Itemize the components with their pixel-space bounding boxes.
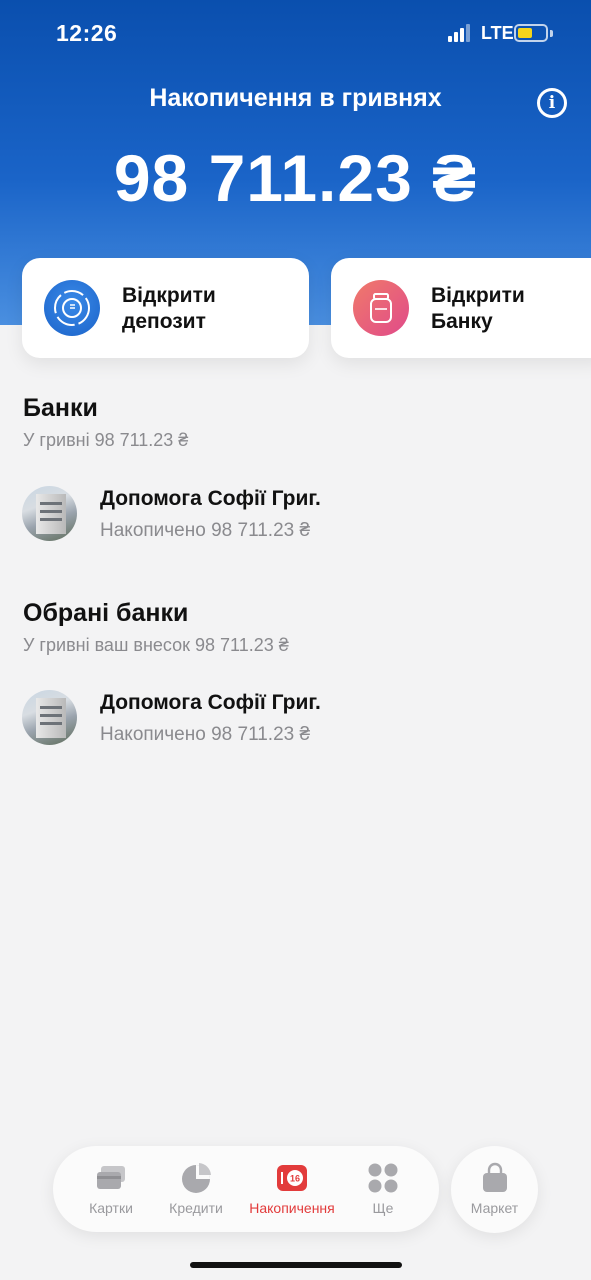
bank-accumulated: Накопичено 98 711.23 ₴ [100,520,311,541]
grid-icon [367,1162,399,1194]
deposit-icon [44,280,100,336]
tab-label: Накопичення [249,1200,335,1216]
tab-credits[interactable]: Кредити [153,1146,239,1232]
tab-cards[interactable]: Картки [68,1146,154,1232]
info-icon[interactable]: i [537,88,567,118]
open-jar-label: Відкрити Банку [431,284,525,333]
home-indicator [190,1262,402,1268]
pie-chart-icon [180,1162,212,1194]
savings-icon: 16 [276,1162,308,1194]
signal-icon [448,24,472,42]
bank-name: Допомога Софії Григ. [100,487,321,510]
status-time: 12:26 [56,20,118,46]
page-title: Накопичення в гривнях [149,84,442,112]
section-title-favorites: Обрані банки [23,599,189,627]
battery-nub [550,30,553,37]
tab-label: Картки [89,1200,133,1216]
network-label: LTE [481,23,514,43]
market-button[interactable]: Маркет [451,1146,538,1233]
avatar [22,486,77,541]
market-label: Маркет [470,1200,519,1216]
tab-bar: Картки Кредити 16 Накопичення Ще [53,1146,439,1232]
jar-icon [353,280,409,336]
tab-savings[interactable]: 16 Накопичення [249,1146,335,1232]
savings-badge: 16 [290,1174,300,1184]
section-subtitle-favorites: У гривні ваш внесок 98 711.23 ₴ [23,635,289,655]
shopping-bag-icon [479,1162,511,1194]
open-deposit-button[interactable]: Відкрити депозит [22,258,309,358]
avatar [22,690,77,745]
open-deposit-label: Відкрити депозит [122,284,216,333]
cards-icon [95,1162,127,1194]
open-jar-button[interactable]: Відкрити Банку [331,258,591,358]
bank-accumulated: Накопичено 98 711.23 ₴ [100,724,311,745]
tab-more[interactable]: Ще [340,1146,426,1232]
tab-label: Кредити [169,1200,223,1216]
tab-label: Ще [372,1200,394,1216]
section-subtitle-banks: У гривні 98 711.23 ₴ [23,430,189,450]
battery-icon [514,24,548,42]
section-title-banks: Банки [23,394,98,422]
status-bar: 12:26 LTE [0,0,591,66]
bank-name: Допомога Софії Григ. [100,691,321,714]
total-balance: 98 711.23 ₴ [113,141,478,215]
